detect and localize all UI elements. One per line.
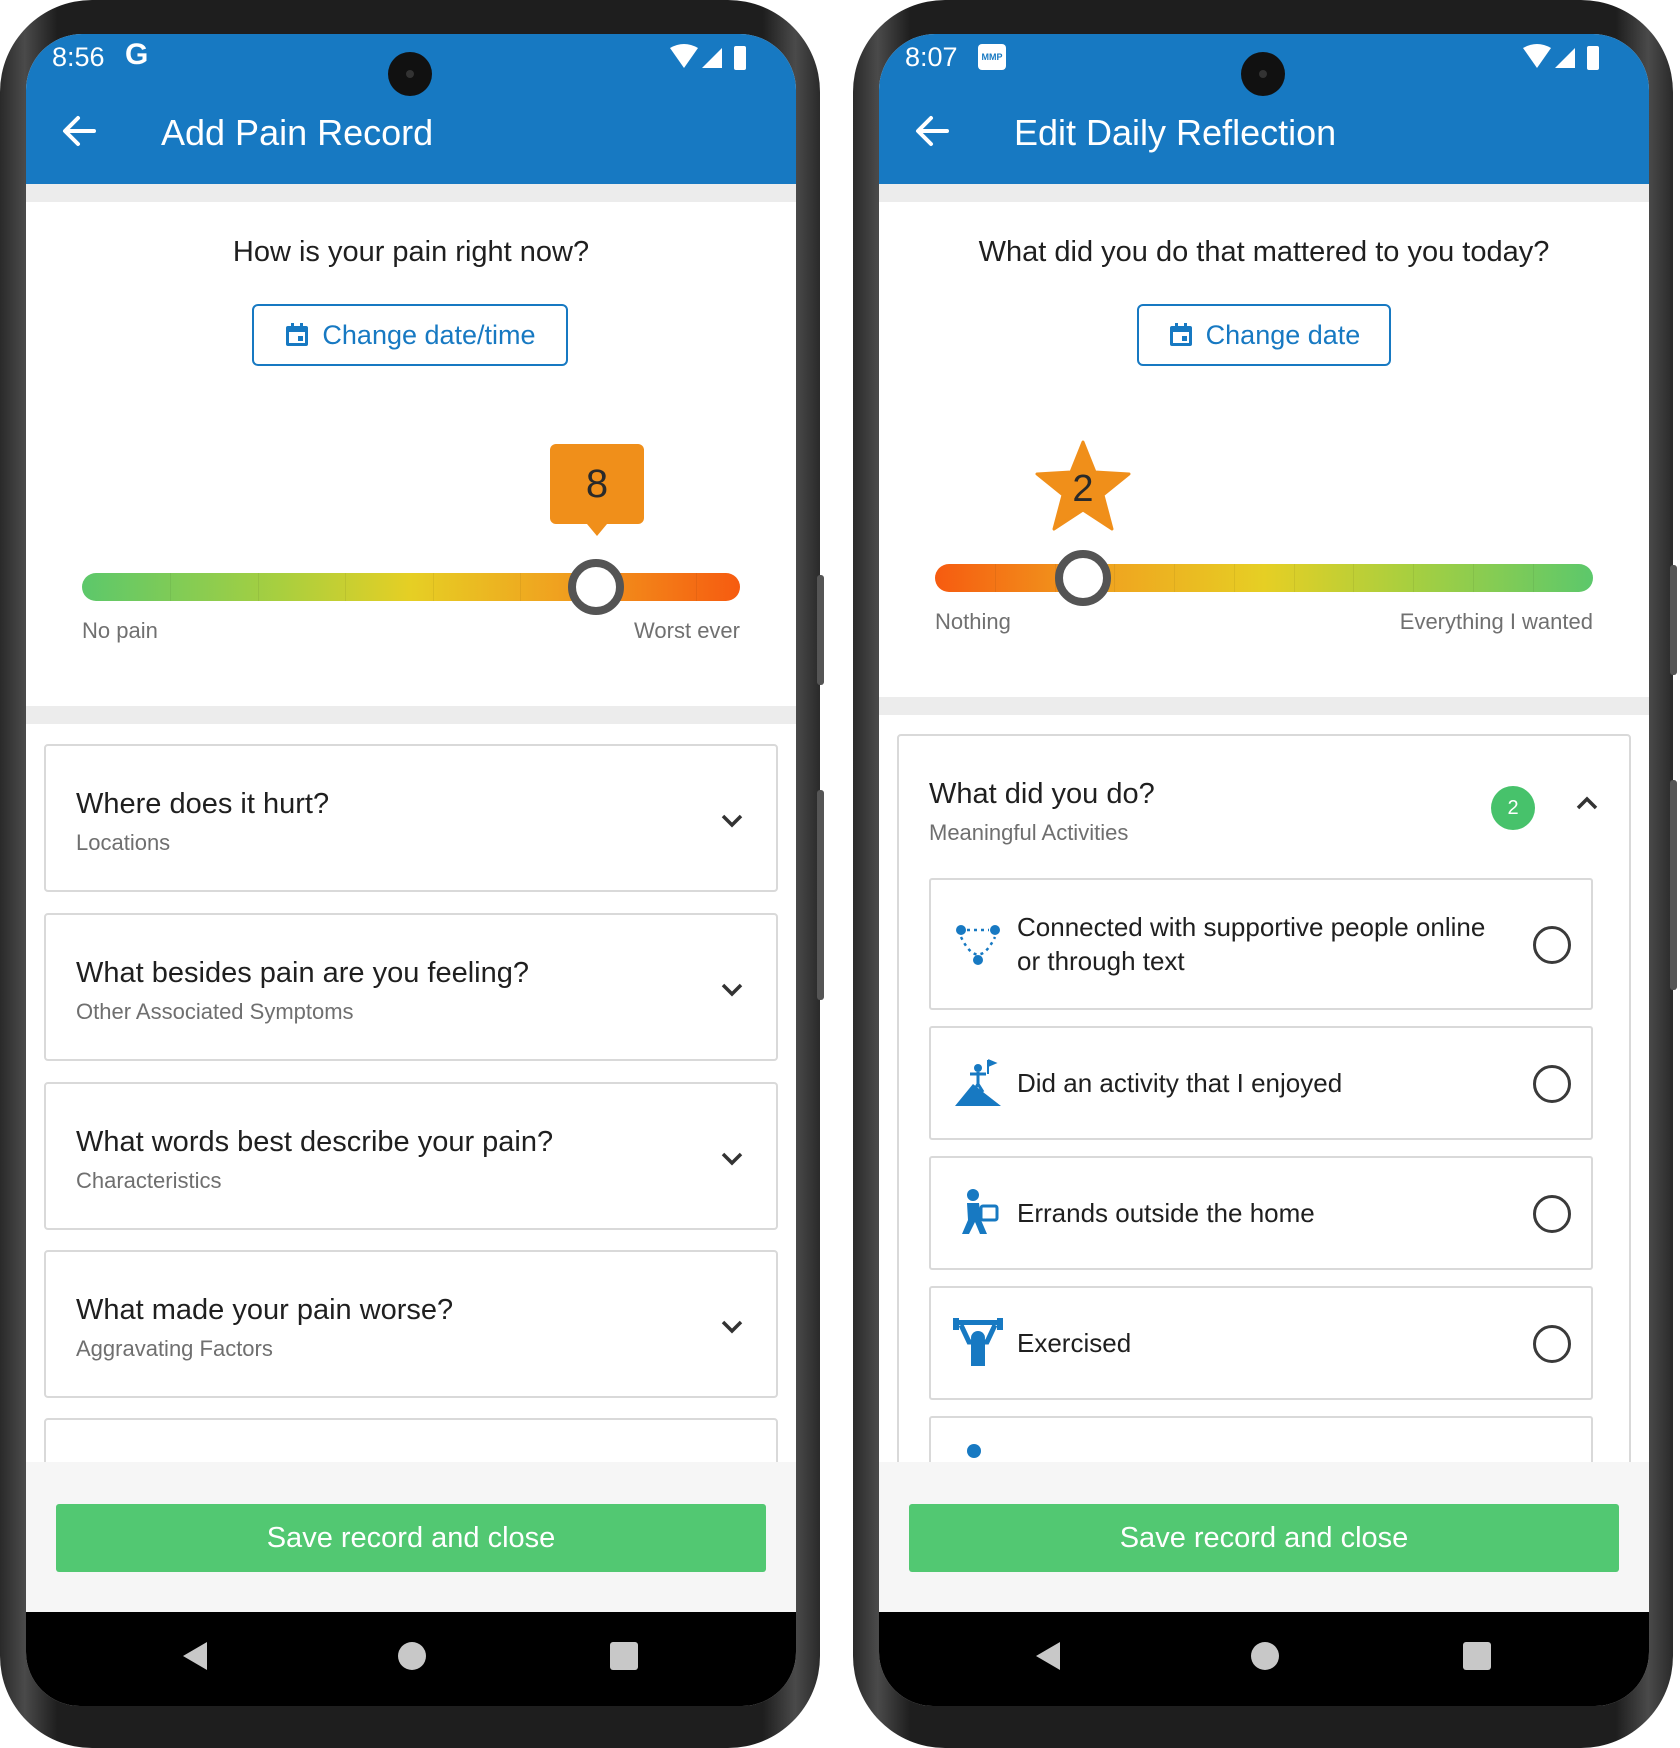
card-title: What made your pain worse? bbox=[76, 1294, 454, 1326]
chevron-down-icon[interactable] bbox=[718, 806, 746, 834]
chevron-up-icon[interactable] bbox=[1573, 790, 1601, 818]
section-title: What did you do? bbox=[929, 778, 1155, 810]
card-title: What words best describe your pain? bbox=[76, 1126, 554, 1158]
save-record-button[interactable]: Save record and close bbox=[56, 1504, 766, 1572]
card-symptoms[interactable]: What besides pain are you feeling? Other… bbox=[44, 913, 778, 1061]
calendar-icon bbox=[286, 323, 309, 346]
min-label: Nothing bbox=[935, 609, 1011, 634]
footer: Save record and close bbox=[26, 1462, 796, 1612]
reflection-slider-track[interactable] bbox=[935, 564, 1593, 592]
section-subtitle: Meaningful Activities bbox=[929, 820, 1129, 845]
change-date-button[interactable]: Change date bbox=[1137, 304, 1391, 366]
nav-recents-icon[interactable] bbox=[610, 1642, 638, 1670]
card-characteristics[interactable]: What words best describe your pain? Char… bbox=[44, 1082, 778, 1230]
signal-battery-icons bbox=[1523, 44, 1599, 70]
activity-radio[interactable] bbox=[1533, 1065, 1571, 1103]
chevron-down-icon[interactable] bbox=[718, 975, 746, 1003]
page-title: Add Pain Record bbox=[161, 112, 434, 153]
activity-item[interactable]: Did an activity that I enjoyed bbox=[929, 1026, 1593, 1140]
activity-radio[interactable] bbox=[1533, 1195, 1571, 1233]
mmp-app-icon: MMP bbox=[978, 44, 1006, 70]
nav-back-icon[interactable] bbox=[1034, 1640, 1062, 1672]
card-locations[interactable]: Where does it hurt? Locations bbox=[44, 744, 778, 892]
status-time: 8:07 bbox=[905, 42, 958, 72]
power-button bbox=[1670, 780, 1677, 990]
arrow-left-icon[interactable] bbox=[56, 108, 102, 154]
activity-label: Errands outside the home bbox=[1017, 1198, 1315, 1228]
nav-recents-icon[interactable] bbox=[1463, 1642, 1491, 1670]
card-meaningful-activities: What did you do? Meaningful Activities 2… bbox=[897, 734, 1631, 1530]
activity-icon-partial bbox=[967, 1444, 981, 1458]
reflection-slider-thumb[interactable] bbox=[1055, 550, 1111, 606]
google-icon: G bbox=[125, 38, 149, 71]
chevron-down-icon[interactable] bbox=[718, 1312, 746, 1340]
system-nav-bar bbox=[879, 1612, 1649, 1706]
mountain-summit-icon bbox=[955, 1059, 1001, 1106]
nav-back-icon[interactable] bbox=[181, 1640, 209, 1672]
divider bbox=[26, 184, 796, 202]
selected-count-badge: 2 bbox=[1491, 786, 1535, 830]
max-label: Worst ever bbox=[634, 618, 740, 643]
pain-value-bubble: 8 bbox=[550, 444, 644, 536]
footer: Save record and close bbox=[879, 1462, 1649, 1612]
volume-button bbox=[817, 575, 824, 685]
chevron-down-icon[interactable] bbox=[718, 1144, 746, 1172]
divider bbox=[26, 706, 796, 724]
screen-edit-daily-reflection: 8:07 MMP Edit Daily Reflection What did … bbox=[879, 34, 1649, 1706]
change-date-label: Change date bbox=[1205, 319, 1361, 350]
activity-item[interactable]: Exercised bbox=[929, 1286, 1593, 1400]
activity-item[interactable]: Connected with supportive people online … bbox=[929, 878, 1593, 1010]
nav-home-icon[interactable] bbox=[1251, 1642, 1279, 1670]
pain-question: How is your pain right now? bbox=[232, 236, 590, 268]
activity-item[interactable]: Errands outside the home bbox=[929, 1156, 1593, 1270]
page-title: Edit Daily Reflection bbox=[1014, 112, 1337, 153]
system-nav-bar bbox=[26, 1612, 796, 1706]
camera-cutout bbox=[1241, 52, 1285, 96]
divider bbox=[879, 184, 1649, 202]
activity-radio[interactable] bbox=[1533, 1325, 1571, 1363]
phone-frame-right: 8:07 MMP Edit Daily Reflection What did … bbox=[853, 0, 1677, 1748]
reflection-value-star: 2 bbox=[1035, 440, 1131, 532]
activity-label: Did an activity that I enjoyed bbox=[1017, 1068, 1343, 1098]
save-record-button[interactable]: Save record and close bbox=[909, 1504, 1619, 1572]
activity-label: Exercised bbox=[1017, 1328, 1132, 1358]
card-subtitle: Other Associated Symptoms bbox=[76, 999, 354, 1024]
card-title: What besides pain are you feeling? bbox=[76, 957, 530, 989]
power-button bbox=[817, 790, 824, 1000]
arrow-left-icon[interactable] bbox=[909, 108, 955, 154]
people-network-icon bbox=[956, 925, 1000, 965]
reflection-question: What did you do that mattered to you tod… bbox=[978, 236, 1550, 268]
volume-button bbox=[1670, 565, 1677, 675]
pain-slider-thumb[interactable] bbox=[568, 559, 624, 615]
max-label: Everything I wanted bbox=[1399, 609, 1593, 634]
star-value: 2 bbox=[1072, 468, 1094, 510]
divider bbox=[879, 697, 1649, 715]
nav-home-icon[interactable] bbox=[398, 1642, 426, 1670]
signal-battery-icons bbox=[670, 44, 746, 70]
change-date-time-button[interactable]: Change date/time bbox=[252, 304, 568, 366]
phone-frame-left: 8:56 G Add Pain Record How is your pain … bbox=[0, 0, 824, 1748]
activity-radio[interactable] bbox=[1533, 926, 1571, 964]
card-title: Where does it hurt? bbox=[76, 788, 330, 820]
activity-label: Connected with supportive people online … bbox=[1017, 912, 1486, 976]
person-shopping-icon bbox=[962, 1189, 999, 1234]
pain-slider-track[interactable] bbox=[82, 573, 740, 601]
card-subtitle: Locations bbox=[76, 830, 171, 855]
calendar-icon bbox=[1169, 323, 1192, 346]
status-time: 8:56 bbox=[52, 42, 105, 72]
card-subtitle: Aggravating Factors bbox=[76, 1336, 273, 1361]
card-aggravating[interactable]: What made your pain worse? Aggravating F… bbox=[44, 1250, 778, 1398]
weightlifting-icon bbox=[953, 1318, 1003, 1366]
card-subtitle: Characteristics bbox=[76, 1168, 222, 1193]
camera-cutout bbox=[388, 52, 432, 96]
screen-add-pain-record: 8:56 G Add Pain Record How is your pain … bbox=[26, 34, 796, 1706]
min-label: No pain bbox=[82, 618, 158, 643]
change-date-time-label: Change date/time bbox=[322, 319, 536, 350]
